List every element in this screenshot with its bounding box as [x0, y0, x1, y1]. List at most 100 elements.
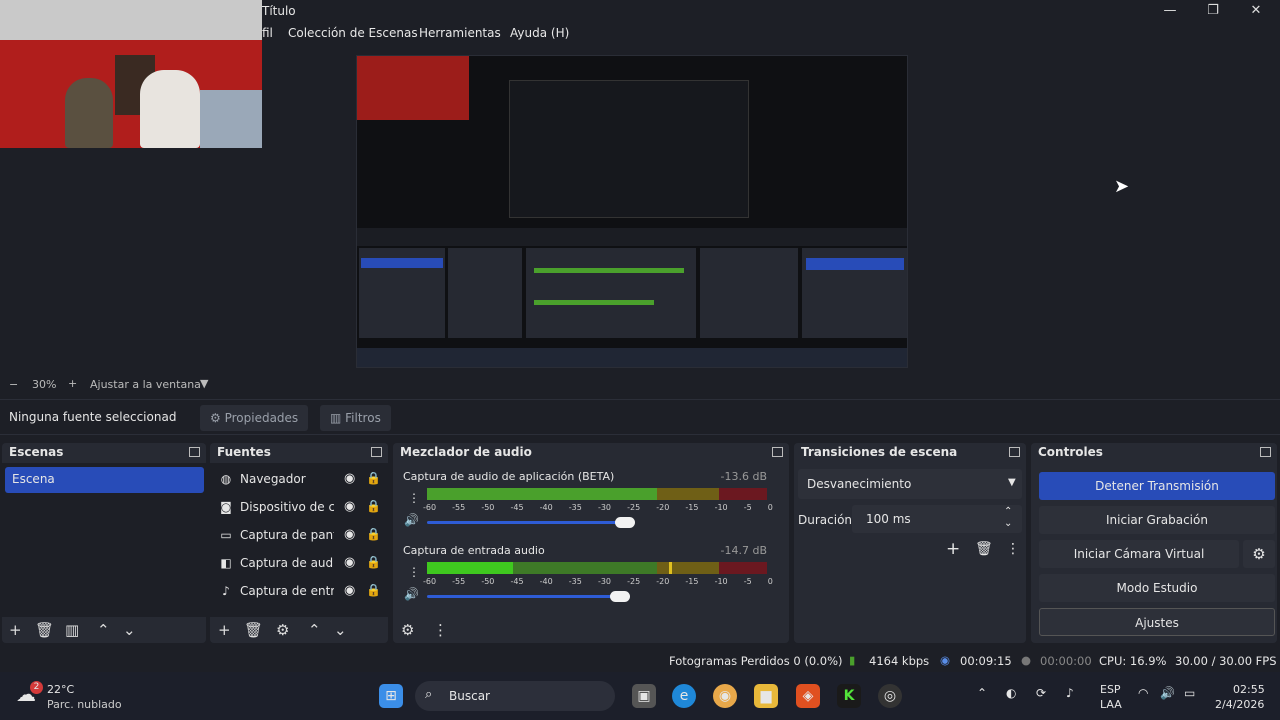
add-icon[interactable]: + [218, 621, 231, 639]
menu-dots-icon[interactable]: ⋮ [408, 565, 420, 579]
eye-icon[interactable]: ◉ [344, 555, 355, 570]
minimize-icon[interactable]: — [1150, 0, 1190, 22]
controls-body: Detener Transmisión Iniciar Grabación In… [1031, 463, 1277, 643]
add-icon[interactable]: + [9, 621, 22, 639]
float-icon[interactable] [1009, 447, 1020, 457]
volume-slider[interactable] [427, 595, 617, 598]
source-item[interactable]: ◍ Navegador ◉ 🔒 [216, 467, 386, 493]
preview-scrollbar[interactable] [1262, 46, 1280, 376]
wifi-icon[interactable]: ◠ [1138, 686, 1148, 700]
volume-slider[interactable] [427, 521, 617, 524]
eye-icon[interactable]: ◉ [344, 583, 355, 598]
source-item[interactable]: ▭ Captura de pant ◉ 🔒 [216, 523, 386, 549]
menu-dots-icon[interactable]: ⋮ [433, 621, 448, 639]
search-box[interactable]: ⌕ Buscar [415, 681, 615, 711]
eye-icon[interactable]: ◉ [344, 527, 355, 542]
source-item[interactable]: ◙ Dispositivo de ca ◉ 🔒 [216, 495, 386, 521]
zoom-in-button[interactable]: + [68, 377, 77, 390]
zoom-out-button[interactable]: − [9, 378, 18, 391]
increment-icon[interactable]: ⌃ [1004, 506, 1012, 517]
trash-icon[interactable]: 🗑 [975, 541, 993, 557]
trash-icon[interactable]: 🗑 [244, 621, 263, 639]
gear-icon[interactable]: ⚙ [276, 621, 289, 639]
scene-item[interactable]: Escena [5, 467, 204, 493]
sync-icon[interactable]: ⟳ [1036, 686, 1046, 700]
menu-scene-collection[interactable]: Colección de Escenas [288, 26, 418, 40]
lock-icon[interactable]: 🔒 [366, 555, 381, 569]
tick-label: 0 [767, 503, 773, 512]
tick-label: -40 [539, 577, 553, 586]
gear-icon[interactable]: ⚙ [1243, 540, 1275, 568]
decrement-icon[interactable]: ⌄ [1004, 518, 1012, 529]
obs-icon[interactable]: ◎ [878, 684, 902, 708]
preview-canvas[interactable] [356, 55, 908, 368]
menu-help[interactable]: Ayuda (H) [510, 26, 569, 40]
advanced-audio-icon[interactable]: ⚙ [401, 621, 414, 639]
eye-icon[interactable]: ◉ [344, 471, 355, 486]
nested-transitions [700, 248, 798, 338]
record-time: 00:00:00 [1040, 654, 1092, 668]
volume-knob[interactable] [610, 591, 630, 602]
speaker-icon[interactable]: 🔊 [404, 587, 419, 601]
lock-icon[interactable]: 🔒 [366, 527, 381, 541]
task-view-icon[interactable]: ▣ [632, 684, 656, 708]
duration-label: Duración [798, 513, 853, 527]
move-up-icon[interactable]: ⌃ [97, 621, 110, 639]
float-icon[interactable] [1260, 447, 1271, 457]
sources-title: Fuentes [210, 443, 388, 463]
fit-window-label[interactable]: Ajustar a la ventana [90, 378, 201, 391]
mixer-channel: Captura de audio de aplicación (BETA) -1… [395, 467, 775, 541]
properties-button[interactable]: ⚙ Propiedades [200, 405, 309, 431]
move-down-icon[interactable]: ⌄ [123, 621, 136, 639]
channel-name: Captura de audio de aplicación (BETA) [403, 470, 615, 483]
source-item[interactable]: ◧ Captura de audi ◉ 🔒 [216, 551, 386, 577]
microphone-icon[interactable]: ♪ [1066, 686, 1074, 700]
float-icon[interactable] [371, 447, 382, 457]
float-icon[interactable] [772, 447, 783, 457]
eye-icon[interactable]: ◉ [344, 499, 355, 514]
move-down-icon[interactable]: ⌄ [334, 621, 347, 639]
clock-date[interactable]: 2/4/2026 [1215, 698, 1264, 711]
stop-stream-button[interactable]: Detener Transmisión [1039, 472, 1275, 500]
lock-icon[interactable]: 🔒 [366, 471, 381, 485]
brave-icon[interactable]: ◈ [796, 684, 820, 708]
start-recording-button[interactable]: Iniciar Grabación [1039, 506, 1275, 534]
menu-dots-icon[interactable]: ⋮ [408, 491, 420, 505]
webcam-overlay [0, 0, 262, 148]
lock-icon[interactable]: 🔒 [366, 499, 381, 513]
virtual-camera-button[interactable]: Iniciar Cámara Virtual [1039, 540, 1239, 568]
chrome-icon[interactable]: ◉ [713, 684, 737, 708]
chevron-down-icon[interactable]: ▼ [200, 377, 208, 390]
trash-icon[interactable]: 🗑 [35, 621, 54, 639]
volume-icon[interactable]: 🔊 [1160, 686, 1175, 700]
studio-mode-button[interactable]: Modo Estudio [1039, 574, 1275, 602]
duration-input[interactable]: 100 ms ⌃ ⌄ [852, 505, 1022, 533]
add-icon[interactable]: + [946, 539, 960, 559]
edge-icon[interactable]: e [672, 684, 696, 708]
transition-select[interactable]: Desvanecimiento ▼ [798, 469, 1022, 499]
settings-button[interactable]: Ajustes [1039, 608, 1275, 636]
windows-start-icon[interactable]: ⊞ [379, 684, 403, 708]
menu-dots-icon[interactable]: ⋮ [1006, 541, 1020, 557]
filter-icon[interactable]: ▥ [65, 621, 79, 639]
filters-button[interactable]: ▥ Filtros [320, 405, 391, 431]
clock-time[interactable]: 02:55 [1233, 683, 1265, 696]
menu-profile[interactable]: fil [262, 26, 273, 40]
battery-icon[interactable]: ▭ [1184, 686, 1195, 700]
maximize-icon[interactable]: ❐ [1193, 0, 1233, 22]
speaker-icon[interactable]: 🔊 [404, 513, 419, 527]
menu-tools[interactable]: Herramientas [419, 26, 501, 40]
language-line2[interactable]: LAA [1100, 698, 1122, 711]
source-item[interactable]: ♪ Captura de entra ◉ 🔒 [216, 579, 386, 605]
scenes-title: Escenas [2, 443, 206, 463]
move-up-icon[interactable]: ⌃ [308, 621, 321, 639]
volume-knob[interactable] [615, 517, 635, 528]
file-explorer-icon[interactable]: ▆ [754, 684, 778, 708]
language-line1[interactable]: ESP [1100, 683, 1121, 696]
lock-icon[interactable]: 🔒 [366, 583, 381, 597]
chevron-up-icon[interactable]: ⌃ [977, 686, 987, 700]
float-icon[interactable] [189, 447, 200, 457]
tray-icon[interactable]: ◐ [1006, 686, 1016, 700]
kick-icon[interactable]: K [837, 684, 861, 708]
close-icon[interactable]: ✕ [1236, 0, 1276, 22]
